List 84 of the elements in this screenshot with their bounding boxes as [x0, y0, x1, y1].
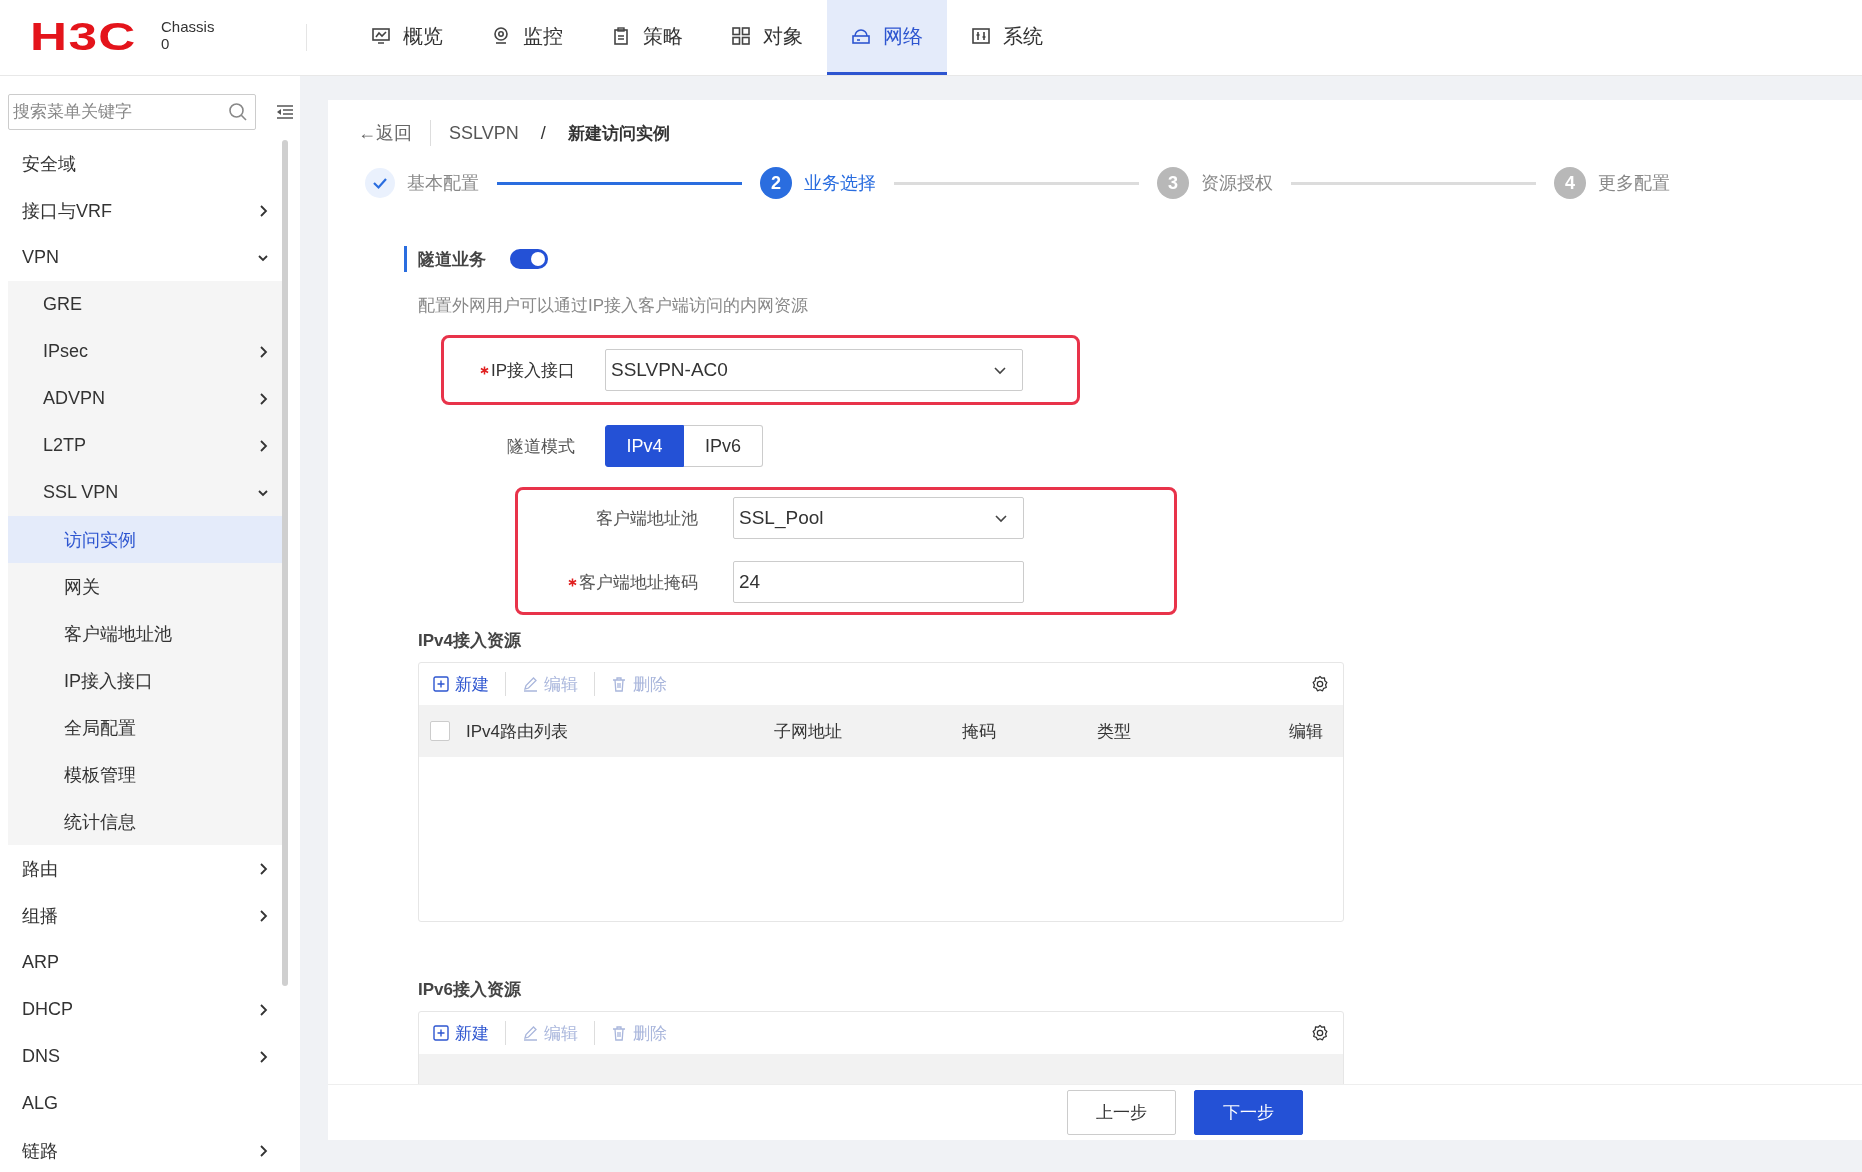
- add-icon: [433, 676, 449, 692]
- input-field[interactable]: 24: [733, 561, 1024, 603]
- column-header: 掩码: [961, 720, 997, 743]
- location-pin-icon: [491, 26, 511, 46]
- search-icon: [228, 102, 248, 122]
- menu-item[interactable]: ARP: [8, 939, 282, 986]
- menu-item[interactable]: SSL VPN: [8, 469, 282, 516]
- menu-item[interactable]: 链路: [8, 1127, 282, 1172]
- toolbar-button[interactable]: 新建: [433, 672, 489, 696]
- add-icon: [433, 1025, 449, 1041]
- menu-item[interactable]: 接口与VRF: [8, 187, 282, 234]
- table-title: IPv6接入资源: [417, 979, 522, 1001]
- step-label: 更多配置: [1598, 172, 1670, 195]
- menu-item[interactable]: L2TP: [8, 422, 282, 469]
- table-title: IPv4接入资源: [417, 630, 522, 652]
- field-label: 客户端地址池: [596, 507, 698, 530]
- mode-option[interactable]: IPv4: [605, 425, 684, 467]
- step-label: 基本配置: [407, 172, 479, 195]
- device-number: 0: [161, 34, 171, 52]
- column-header: 子网地址: [773, 720, 843, 743]
- menu-item[interactable]: ADVPN: [8, 375, 282, 422]
- step-number: 2: [760, 167, 792, 199]
- logo: H3C: [30, 16, 137, 59]
- nav-tab[interactable]: 监控: [467, 0, 587, 75]
- menu-item[interactable]: IP接入接口: [8, 657, 282, 704]
- nav-tab[interactable]: 概览: [347, 0, 467, 75]
- settings-icon[interactable]: [1311, 1024, 1329, 1042]
- column-header: 编辑: [1288, 720, 1324, 743]
- step-number: 4: [1554, 167, 1586, 199]
- network-icon: [851, 26, 871, 46]
- menu-item[interactable]: 组播: [8, 892, 282, 939]
- menu-item[interactable]: 网关: [8, 563, 282, 610]
- select-all-checkbox[interactable]: [430, 721, 450, 741]
- nav-tab[interactable]: 策略: [587, 0, 707, 75]
- control-panel-icon: [971, 26, 991, 46]
- column-header: IPv4路由列表: [465, 720, 570, 743]
- search-field[interactable]: 搜索菜单关键字: [8, 94, 256, 130]
- menu-item[interactable]: DHCP: [8, 986, 282, 1033]
- step-label: 资源授权: [1201, 172, 1273, 195]
- field-label: IP接入接口: [490, 359, 575, 382]
- breadcrumb-item[interactable]: SSLVPN: [449, 122, 519, 144]
- next-button[interactable]: 下一步: [1194, 1090, 1303, 1135]
- nav-tab[interactable]: 系统: [947, 0, 1067, 75]
- monitor-icon: [371, 26, 391, 46]
- clipboard-icon: [611, 26, 631, 46]
- menu-item[interactable]: DNS: [8, 1033, 282, 1080]
- menu-item[interactable]: 路由: [8, 845, 282, 892]
- menu-item[interactable]: IPsec: [8, 328, 282, 375]
- breadcrumb-separator: /: [540, 122, 546, 144]
- menu-item[interactable]: ALG: [8, 1080, 282, 1127]
- menu-item[interactable]: 安全域: [8, 140, 282, 187]
- scrollbar[interactable]: [282, 140, 288, 986]
- trash-icon: [611, 1025, 627, 1041]
- menu-item[interactable]: VPN: [8, 234, 282, 281]
- mode-option[interactable]: IPv6: [684, 425, 763, 467]
- menu-item[interactable]: GRE: [8, 281, 282, 328]
- menu-item[interactable]: 统计信息: [8, 798, 282, 845]
- device-name: Chassis: [161, 17, 215, 35]
- previous-button[interactable]: 上一步: [1067, 1090, 1176, 1135]
- menu-item[interactable]: 客户端地址池: [8, 610, 282, 657]
- toggle-switch[interactable]: [510, 249, 548, 269]
- toolbar-button[interactable]: 新建: [433, 1021, 489, 1045]
- menu-item[interactable]: 访问实例: [8, 516, 282, 563]
- step-number: 3: [1157, 167, 1189, 199]
- breadcrumb-item: 新建访问实例: [567, 122, 670, 145]
- back-link[interactable]: ←返回: [358, 121, 412, 145]
- menu-item[interactable]: 全局配置: [8, 704, 282, 751]
- pencil-icon: [522, 676, 538, 692]
- nav-tab[interactable]: 对象: [707, 0, 827, 75]
- grid-icon: [731, 26, 751, 46]
- dropdown[interactable]: SSL_Pool: [733, 497, 1024, 539]
- menu-item[interactable]: 模板管理: [8, 751, 282, 798]
- section-title: 隧道业务: [418, 248, 486, 271]
- trash-icon: [611, 676, 627, 692]
- nav-tab[interactable]: 网络: [827, 0, 947, 75]
- dropdown[interactable]: SSLVPN-AC0: [605, 349, 1023, 391]
- field-label: 客户端地址掩码: [579, 571, 698, 594]
- settings-icon[interactable]: [1311, 675, 1329, 693]
- column-header: 类型: [1096, 720, 1132, 743]
- field-label: 隧道模式: [507, 435, 575, 458]
- pencil-icon: [522, 1025, 538, 1041]
- collapse-menu-icon[interactable]: [276, 104, 294, 120]
- step-label: 业务选择: [804, 172, 876, 195]
- section-description: 配置外网用户可以通过IP接入客户端访问的内网资源: [417, 295, 810, 317]
